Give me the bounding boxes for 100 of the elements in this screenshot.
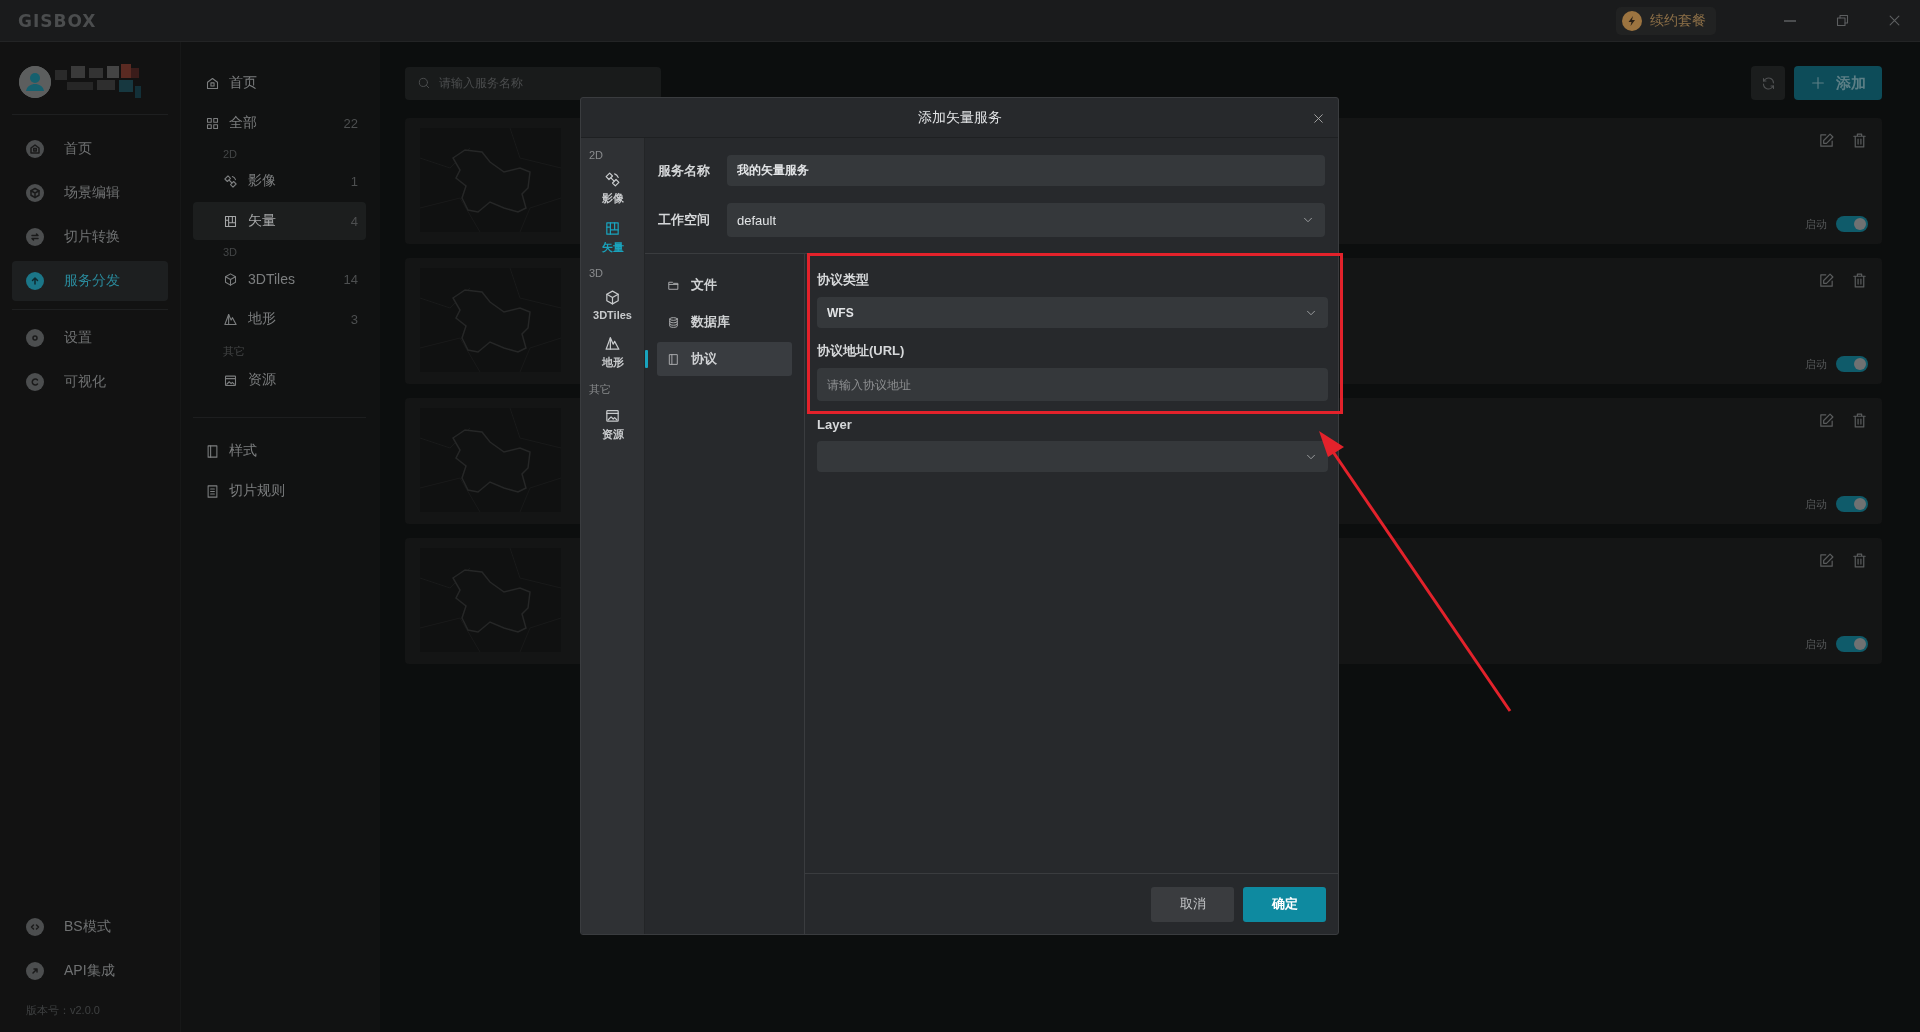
toggle-label: 启动 — [1805, 636, 1827, 652]
field-label: Layer — [817, 415, 852, 434]
delete-button[interactable] — [1851, 552, 1868, 569]
code-icon — [26, 918, 44, 936]
grid-icon — [205, 115, 220, 131]
renew-button[interactable]: 续约套餐 — [1616, 6, 1716, 35]
source-tab[interactable]: 协议 — [657, 342, 792, 376]
field-label: 服务名称 — [658, 161, 711, 180]
category-item[interactable]: 全部 22 — [193, 104, 366, 142]
category-item[interactable]: 资源 — [193, 361, 366, 399]
book-icon — [667, 352, 680, 366]
delete-button[interactable] — [1851, 272, 1868, 289]
link-icon — [26, 962, 44, 980]
delete-button[interactable] — [1851, 132, 1868, 149]
dialog-title: 添加矢量服务 — [917, 108, 1002, 127]
house-icon — [26, 140, 44, 158]
image-icon — [604, 407, 621, 424]
toggle-switch[interactable] — [1836, 356, 1868, 372]
toggle-switch[interactable] — [1836, 216, 1868, 232]
house-icon — [205, 75, 220, 91]
edit-button[interactable] — [1818, 272, 1835, 289]
nav-item[interactable]: 设置 — [12, 318, 168, 358]
close-icon — [1311, 111, 1325, 125]
type-tab[interactable]: 资源 — [581, 401, 644, 450]
selection-indicator — [645, 350, 648, 368]
trash-icon — [1851, 132, 1868, 149]
field-label: 协议地址(URL) — [817, 342, 905, 360]
field-label: 工作空间 — [658, 211, 711, 229]
mountain-icon — [223, 311, 238, 327]
category-item[interactable]: 样式 — [193, 432, 366, 470]
cube-icon — [26, 184, 44, 202]
confirm-button[interactable]: 确定 — [1243, 886, 1326, 922]
gear-icon — [26, 329, 44, 347]
cancel-button[interactable]: 取消 — [1151, 886, 1234, 922]
refresh-icon — [1760, 75, 1776, 91]
section-heading: 2D — [588, 148, 605, 163]
delete-button[interactable] — [1851, 412, 1868, 429]
toggle-switch[interactable] — [1836, 636, 1868, 652]
nav-item[interactable]: 首页 — [12, 129, 168, 169]
nav-item[interactable]: API集成 — [12, 951, 168, 991]
edit-button[interactable] — [1818, 412, 1835, 429]
nav-item[interactable]: 场景编辑 — [12, 173, 168, 213]
input-field[interactable]: 请输入协议地址 — [817, 368, 1328, 401]
type-tab[interactable]: 地形 — [581, 329, 644, 378]
trash-icon — [1851, 412, 1868, 429]
list-icon — [205, 483, 220, 499]
upload-icon — [26, 272, 44, 290]
category-item[interactable]: 地形 3 — [193, 300, 366, 338]
ring-icon — [26, 373, 44, 391]
edit-button[interactable] — [1818, 552, 1835, 569]
plus-icon — [1810, 75, 1826, 91]
item-count: 1 — [350, 173, 358, 189]
toggle-label: 启动 — [1805, 216, 1827, 232]
avatar-icon — [19, 66, 51, 98]
category-item[interactable]: 3DTiles 14 — [193, 260, 366, 298]
edit-icon — [1818, 132, 1835, 149]
item-count: 14 — [343, 271, 358, 287]
satellite-icon — [223, 173, 238, 189]
search-icon — [417, 75, 431, 90]
nav-item[interactable]: 服务分发 — [12, 261, 168, 301]
edit-icon — [1818, 552, 1835, 569]
map-icon — [223, 213, 238, 229]
type-tab[interactable]: 3DTiles — [581, 283, 644, 329]
satellite-icon — [604, 171, 621, 188]
edit-icon — [1818, 412, 1835, 429]
toggle-label: 启动 — [1805, 496, 1827, 512]
bolt-icon — [1622, 10, 1642, 31]
cube-icon — [223, 271, 238, 287]
edit-icon — [1818, 272, 1835, 289]
input-field[interactable]: 我的矢量服务 — [727, 155, 1325, 186]
section-heading: 3D — [588, 266, 605, 281]
source-tab[interactable]: 数据库 — [657, 305, 792, 339]
nav-item[interactable]: 切片转换 — [12, 217, 168, 257]
category-item[interactable]: 首页 — [193, 64, 366, 102]
trash-icon — [1851, 272, 1868, 289]
book-icon — [205, 443, 220, 459]
nav-item[interactable]: BS模式 — [12, 907, 168, 947]
image-icon — [223, 372, 238, 388]
select-field[interactable]: default — [727, 203, 1325, 237]
minimize-icon — [1784, 19, 1796, 22]
edit-button[interactable] — [1818, 132, 1835, 149]
select-field[interactable] — [817, 441, 1328, 472]
select-field[interactable]: WFS — [817, 297, 1328, 328]
swap-icon — [26, 228, 44, 246]
mountain-icon — [604, 335, 621, 352]
map-icon — [604, 220, 621, 237]
source-tab[interactable]: 文件 — [657, 268, 792, 302]
category-item[interactable]: 影像 1 — [193, 162, 366, 200]
cube-icon — [604, 289, 621, 306]
toggle-label: 启动 — [1805, 356, 1827, 372]
type-tab[interactable]: 矢量 — [581, 214, 644, 263]
refresh-button[interactable] — [1751, 66, 1785, 100]
toggle-switch[interactable] — [1836, 496, 1868, 512]
nav-item[interactable]: 可视化 — [12, 362, 168, 402]
field-label: 协议类型 — [817, 271, 869, 289]
type-tab[interactable]: 影像 — [581, 165, 644, 214]
item-count: 3 — [350, 311, 358, 327]
restore-icon — [1834, 13, 1850, 28]
category-item[interactable]: 切片规则 — [193, 472, 366, 510]
section-heading: 其它 — [588, 382, 612, 397]
